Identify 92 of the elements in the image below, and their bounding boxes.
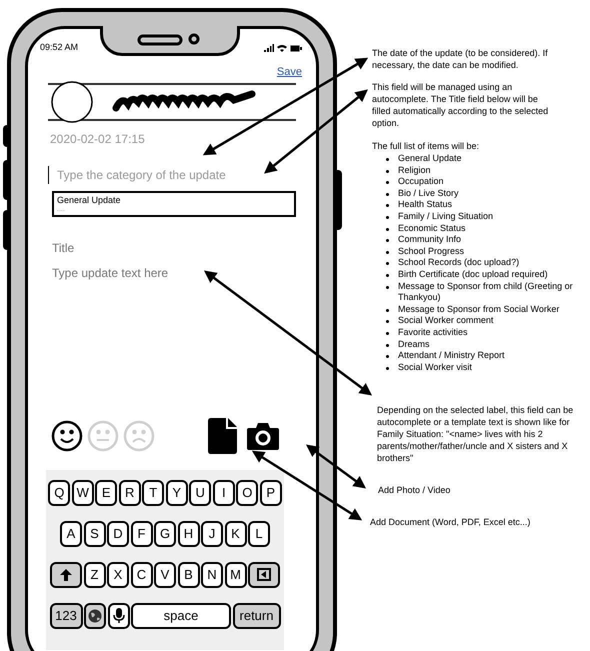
bullet-dot bbox=[386, 355, 389, 358]
happy-face-icon[interactable] bbox=[51, 420, 83, 452]
avatar-placeholder bbox=[50, 80, 94, 124]
letter-key[interactable]: J bbox=[201, 520, 223, 546]
bullet-dot bbox=[386, 320, 389, 324]
list-item-text: Message to Sponsor from child (Greeting or Thankyou) bbox=[398, 280, 574, 304]
bullet-dot bbox=[386, 286, 389, 289]
list-item-text: Religion bbox=[398, 164, 432, 176]
microphone-key[interactable] bbox=[108, 602, 130, 628]
letter-key[interactable]: D bbox=[107, 520, 129, 546]
letter-key[interactable]: O bbox=[236, 480, 258, 506]
letter-key[interactable]: V bbox=[154, 562, 176, 588]
letter-key[interactable]: Z bbox=[84, 562, 106, 588]
letter-key[interactable]: X bbox=[107, 562, 129, 588]
annotation-text: Add Photo / Video bbox=[378, 484, 452, 496]
letter-key[interactable]: Y bbox=[166, 480, 188, 506]
bullet-dot bbox=[386, 181, 389, 184]
annotation-text: The date of the update (to be considered). If necessary, the date can be modified. bbox=[372, 47, 549, 71]
letter-key[interactable]: B bbox=[178, 562, 200, 588]
list-item-text: Family / Living Situation bbox=[398, 210, 494, 223]
suggestion-item[interactable]: General Update bbox=[57, 194, 291, 206]
return-key[interactable]: return bbox=[232, 602, 280, 628]
letter-key[interactable]: G bbox=[154, 520, 176, 546]
letter-key[interactable]: H bbox=[178, 520, 200, 546]
letter-key[interactable]: N bbox=[201, 562, 223, 588]
letter-key[interactable]: E bbox=[95, 480, 118, 506]
signal-icon bbox=[264, 44, 274, 52]
globe-icon bbox=[88, 608, 102, 622]
list-item-text: Social Worker comment bbox=[398, 315, 494, 327]
list-item-text: Message to Sponsor from Social Worker bbox=[398, 304, 560, 316]
letter-key[interactable]: M bbox=[224, 562, 246, 588]
bullet-dot bbox=[386, 344, 389, 346]
bullet-dot bbox=[386, 204, 389, 208]
bullet-dot bbox=[386, 262, 389, 266]
letter-key[interactable]: K bbox=[224, 520, 246, 546]
status-time: 09:52 AM bbox=[40, 41, 78, 54]
letter-key[interactable]: C bbox=[130, 562, 152, 588]
letter-key[interactable]: F bbox=[130, 520, 152, 546]
list-item-text: Dreams bbox=[398, 338, 431, 350]
battery-icon bbox=[290, 44, 302, 52]
list-item-text: Economic Status bbox=[398, 222, 467, 234]
bullet-dot bbox=[386, 170, 389, 173]
list-item-text: Community Info bbox=[398, 234, 462, 246]
letter-key[interactable]: P bbox=[260, 480, 282, 506]
annotation-text: This field will be managed using an autocomplete. The Title field below will be filled automatically according to the selected option. bbox=[372, 81, 550, 129]
globe-key[interactable] bbox=[84, 602, 106, 628]
annotation-text: The full list of items will be: bbox=[372, 140, 480, 152]
bullet-dot bbox=[386, 216, 389, 219]
letter-key[interactable]: R bbox=[118, 480, 141, 506]
list-item-text: Social Worker visit bbox=[398, 362, 473, 374]
list-item-text: School Records (doc upload?) bbox=[398, 257, 520, 269]
bullet-dot bbox=[386, 274, 389, 277]
letter-key[interactable]: L bbox=[248, 520, 270, 546]
list-item-text: Attendant / Ministry Report bbox=[398, 350, 506, 362]
annotation-text: Depending on the selected label, this field can be autocomplete or a template text is shown like for Family Situation: "<name> lives with his 2 parents/mother/father/uncle and X sisters and X brothers" bbox=[377, 404, 574, 464]
bullet-dot bbox=[386, 308, 389, 312]
backspace-icon bbox=[257, 568, 271, 581]
letter-key[interactable]: U bbox=[189, 480, 212, 506]
bullet-dot bbox=[386, 250, 389, 254]
letter-key[interactable]: I bbox=[212, 480, 235, 506]
letter-key[interactable]: W bbox=[72, 480, 94, 506]
title-field[interactable]: Title bbox=[52, 238, 292, 256]
list-item-text: Bio / Live Story bbox=[398, 188, 460, 200]
bullet-dot bbox=[386, 332, 389, 335]
document-icon[interactable] bbox=[206, 416, 238, 454]
camera-icon[interactable] bbox=[246, 420, 280, 450]
numbers-key[interactable]: 123 bbox=[50, 602, 82, 628]
bullet-dot bbox=[386, 366, 389, 370]
bullet-dot bbox=[386, 192, 389, 196]
bullet-dot bbox=[386, 239, 389, 242]
update-text-field[interactable]: Type update text here bbox=[52, 264, 302, 414]
letter-key[interactable]: T bbox=[142, 480, 164, 506]
bullet-dot bbox=[386, 158, 389, 161]
letter-key[interactable]: S bbox=[84, 520, 106, 546]
category-field[interactable]: Type the category of the update bbox=[48, 166, 296, 184]
list-item-text: General Update bbox=[398, 153, 463, 165]
shift-key[interactable] bbox=[50, 562, 82, 588]
backspace-key[interactable] bbox=[248, 562, 280, 588]
wifi-icon bbox=[277, 44, 287, 52]
list-item-text: Occupation bbox=[398, 176, 445, 188]
annotation-text: Add Document (Word, PDF, Excel etc...) bbox=[370, 516, 532, 528]
letter-key[interactable]: Q bbox=[48, 480, 70, 506]
letter-key[interactable]: A bbox=[60, 520, 82, 546]
list-item-text: Favorite activities bbox=[398, 326, 469, 338]
list-item-text: School Progress bbox=[398, 246, 466, 258]
space-key[interactable]: space bbox=[131, 602, 231, 628]
save-link[interactable]: Save bbox=[276, 64, 302, 80]
microphone-icon bbox=[112, 607, 126, 624]
bullet-dot bbox=[386, 228, 389, 231]
list-item-text: Birth Certificate (doc upload required) bbox=[398, 268, 549, 281]
arrow-up-icon bbox=[59, 568, 73, 582]
list-item-text: Health Status bbox=[398, 199, 454, 211]
